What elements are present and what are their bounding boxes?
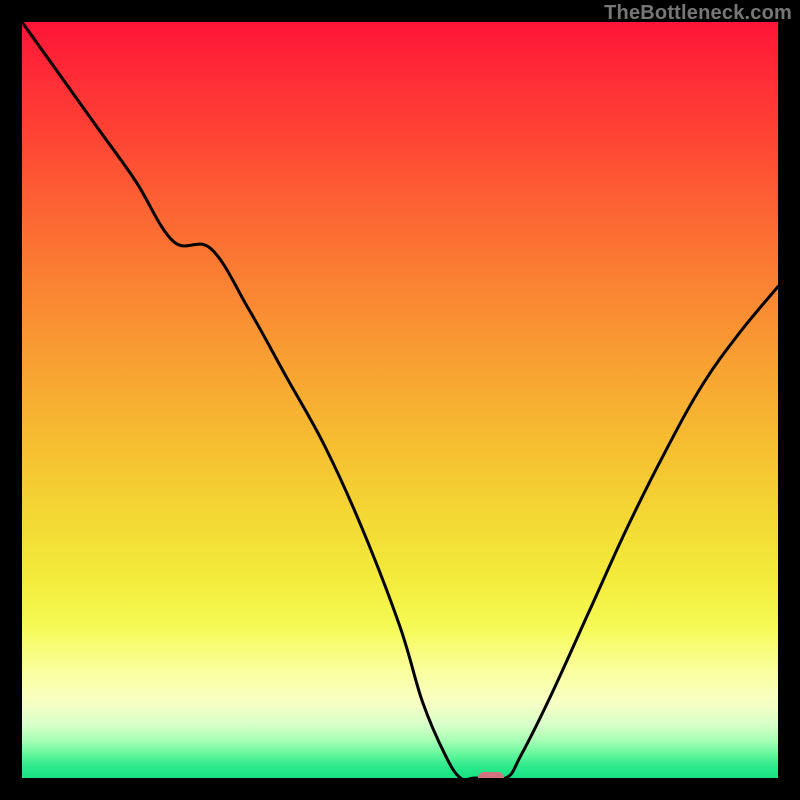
watermark-text: TheBottleneck.com — [604, 2, 792, 25]
curve-svg — [22, 22, 778, 778]
bottleneck-curve-path — [22, 22, 778, 778]
chart-frame: TheBottleneck.com — [0, 0, 800, 800]
optimal-marker — [478, 772, 504, 778]
plot-area — [22, 22, 778, 778]
